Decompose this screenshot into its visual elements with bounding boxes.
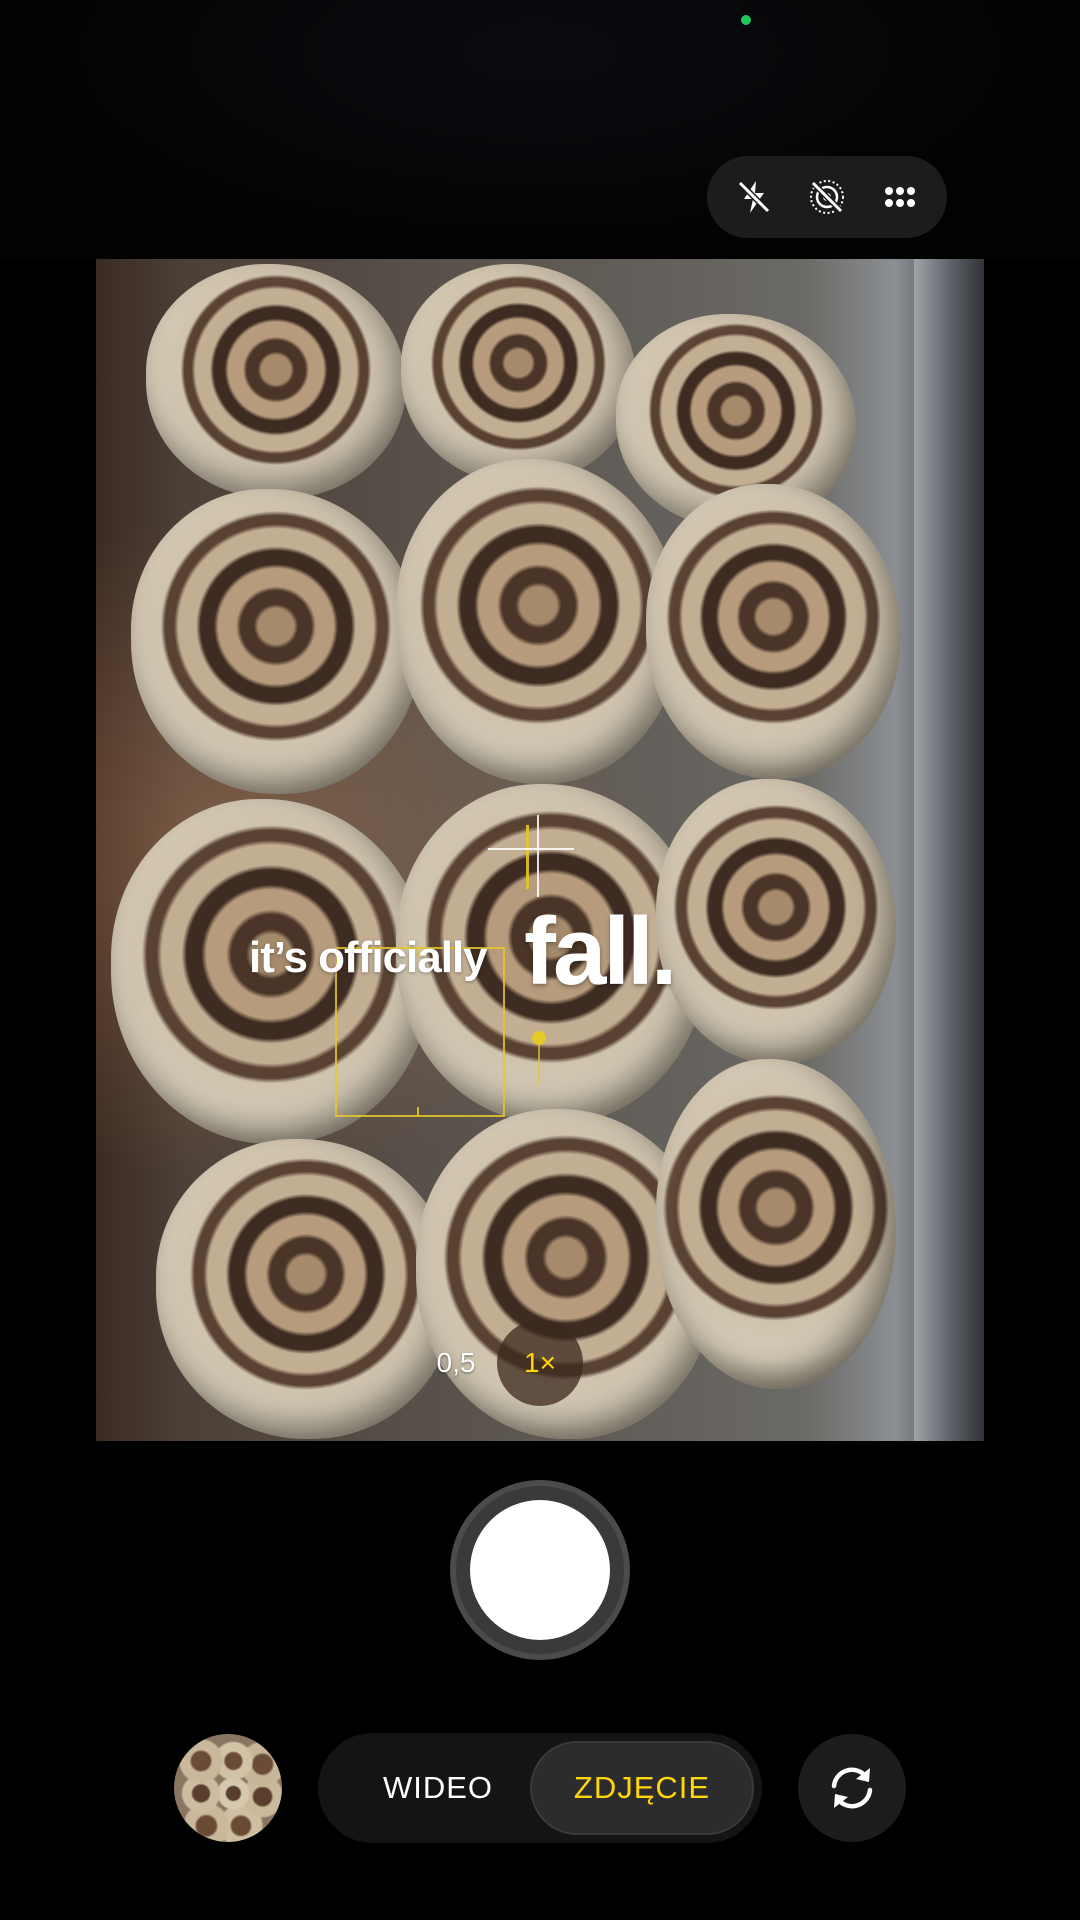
cinnamon-roll bbox=[656, 779, 896, 1064]
shutter-inner bbox=[470, 1500, 610, 1640]
cinnamon-roll bbox=[646, 484, 901, 779]
capture-mode-selector: WIDEO ZDJĘCIE bbox=[318, 1733, 762, 1843]
more-options-icon[interactable] bbox=[872, 169, 928, 225]
cinnamon-roll bbox=[656, 1059, 896, 1389]
flash-off-icon[interactable] bbox=[726, 169, 782, 225]
flip-camera-button[interactable] bbox=[798, 1734, 906, 1842]
cinnamon-roll bbox=[156, 1139, 456, 1439]
camera-viewfinder[interactable]: it’s officially fall. 0,5 1× bbox=[96, 259, 984, 1441]
cinnamon-roll bbox=[131, 489, 421, 794]
camera-in-use-indicator bbox=[741, 15, 751, 25]
mode-video[interactable]: WIDEO bbox=[348, 1733, 528, 1843]
cinnamon-roll bbox=[111, 799, 431, 1144]
cinnamon-roll bbox=[146, 264, 406, 499]
cinnamon-roll bbox=[396, 459, 681, 784]
camera-flip-icon bbox=[831, 1767, 873, 1809]
gallery-thumbnail[interactable] bbox=[174, 1734, 282, 1842]
live-photo-off-icon[interactable] bbox=[799, 169, 855, 225]
shutter-button[interactable] bbox=[450, 1480, 630, 1660]
baking-tray-edge bbox=[914, 259, 984, 1441]
mode-photo[interactable]: ZDJĘCIE bbox=[530, 1741, 754, 1835]
cinnamon-roll bbox=[401, 264, 636, 484]
top-controls-pill bbox=[707, 156, 947, 238]
